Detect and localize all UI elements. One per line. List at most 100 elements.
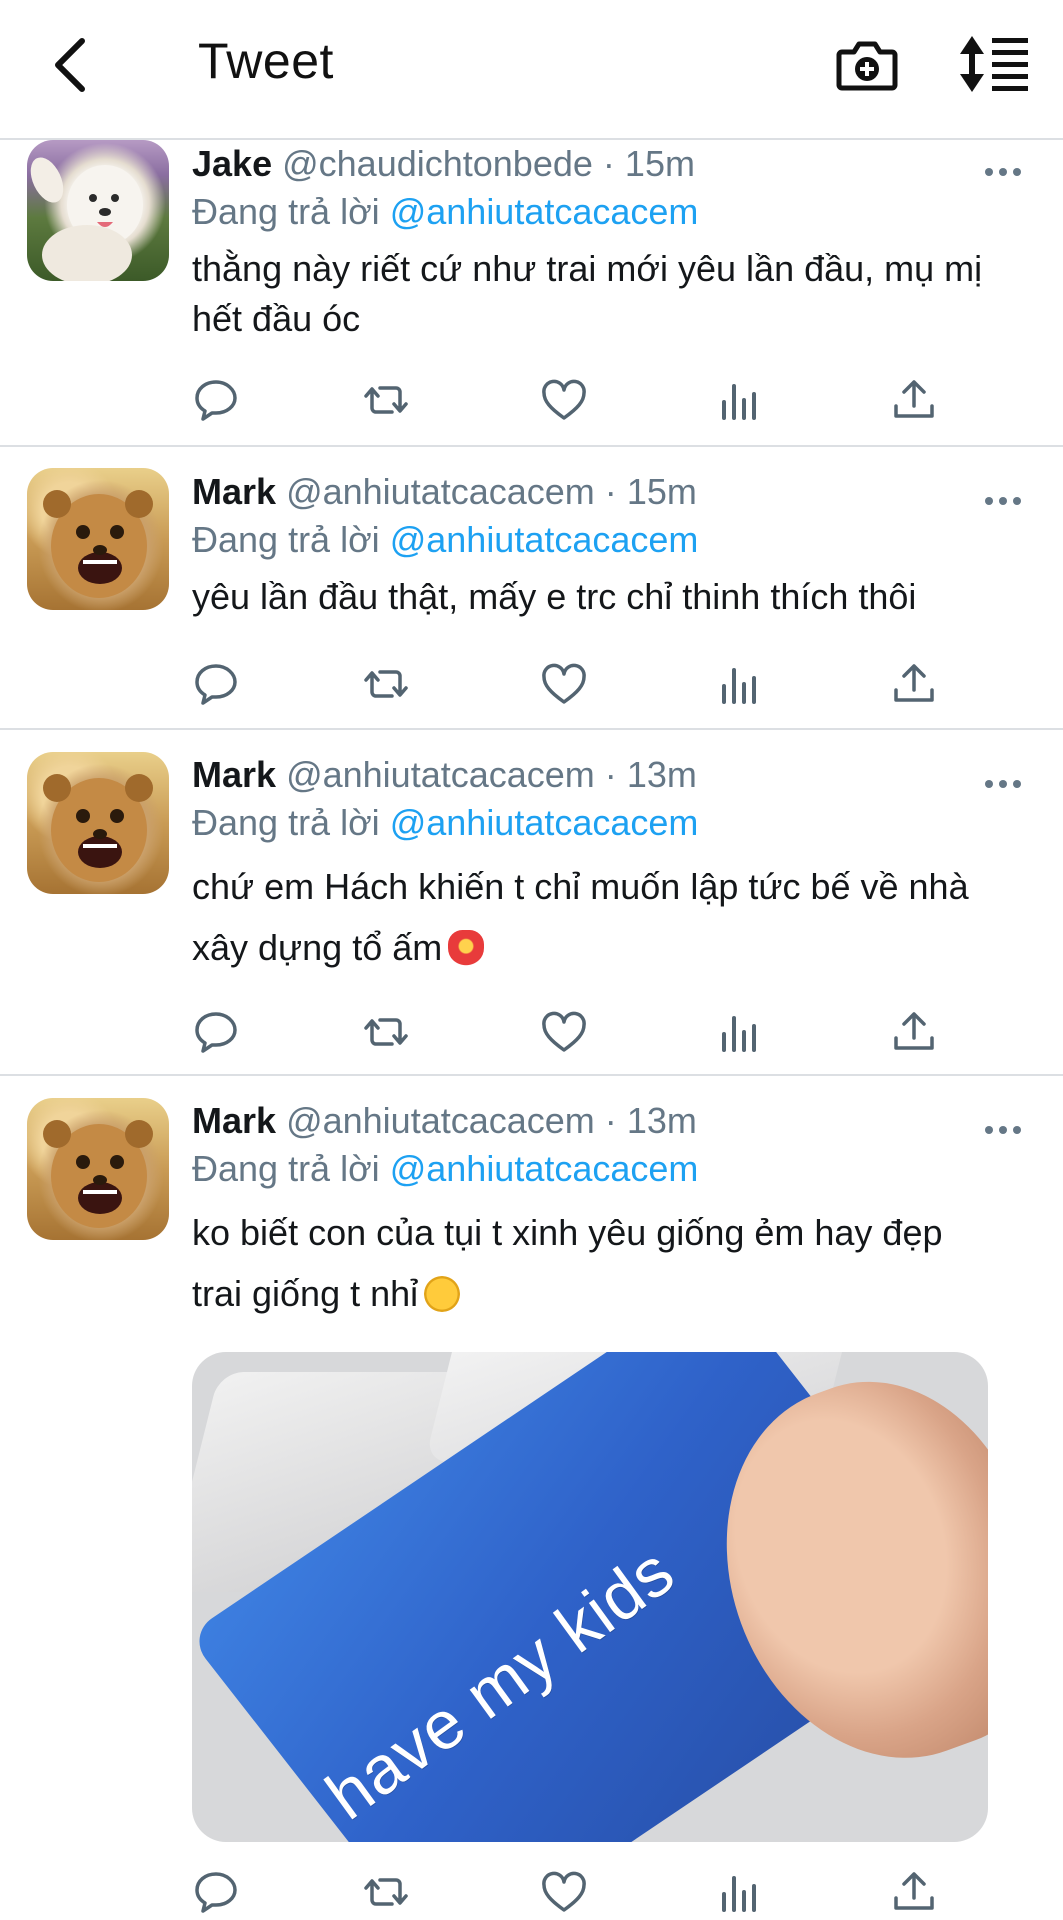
mention-link[interactable]: @anhiutatcacacem bbox=[390, 519, 699, 560]
back-button[interactable] bbox=[40, 30, 100, 100]
author-handle[interactable]: @chaudichtonbede bbox=[282, 143, 593, 184]
like-button[interactable] bbox=[540, 660, 590, 710]
retweet-icon bbox=[364, 1018, 408, 1046]
mention-link[interactable]: @anhiutatcacacem bbox=[390, 802, 699, 843]
dog-avatar-art bbox=[30, 157, 143, 281]
timestamp: 15m bbox=[626, 471, 697, 512]
analytics-button[interactable] bbox=[716, 1868, 766, 1918]
more-options-icon[interactable] bbox=[983, 491, 1023, 511]
camera-plus-icon bbox=[836, 41, 898, 91]
mention-link[interactable]: @anhiutatcacacem bbox=[390, 191, 699, 232]
replying-to: Đang trả lời @anhiutatcacacem bbox=[192, 802, 698, 844]
reply-button[interactable] bbox=[192, 376, 242, 426]
like-icon bbox=[542, 1011, 586, 1052]
separator-dot: · bbox=[604, 471, 617, 512]
tweet-text: chứ em Hách khiến t chỉ muốn lập tức bế … bbox=[192, 856, 992, 978]
analytics-icon bbox=[722, 1876, 756, 1912]
page-title: Tweet bbox=[198, 33, 334, 89]
retweet-icon bbox=[364, 670, 408, 698]
like-button[interactable] bbox=[540, 1868, 590, 1918]
tweet-media-image[interactable]: have my kids bbox=[192, 1352, 988, 1842]
retweet-button[interactable] bbox=[362, 1008, 412, 1058]
author-name[interactable]: Jake bbox=[192, 143, 272, 184]
author-name[interactable]: Mark bbox=[192, 754, 276, 795]
share-button[interactable] bbox=[890, 1868, 940, 1918]
replying-to: Đang trả lời @anhiutatcacacem bbox=[192, 519, 698, 561]
tweet-meta: Mark @anhiutatcacacem · 13m bbox=[192, 1100, 697, 1142]
separator-dot: · bbox=[602, 143, 615, 184]
like-icon bbox=[542, 1871, 586, 1912]
cheetah-avatar-art bbox=[43, 774, 153, 882]
timestamp: 13m bbox=[626, 1100, 697, 1141]
analytics-button[interactable] bbox=[716, 660, 766, 710]
reply-icon bbox=[195, 1872, 237, 1913]
author-handle[interactable]: @anhiutatcacacem bbox=[286, 754, 595, 795]
replying-to: Đang trả lời @anhiutatcacacem bbox=[192, 1148, 698, 1190]
share-button[interactable] bbox=[890, 660, 940, 710]
reply-button[interactable] bbox=[192, 660, 242, 710]
author-name[interactable]: Mark bbox=[192, 1100, 276, 1141]
share-icon bbox=[894, 1872, 934, 1910]
tweet[interactable]: Mark @anhiutatcacacem · 15m Đang trả lời… bbox=[0, 447, 1063, 730]
tweet[interactable]: Mark @anhiutatcacacem · 13m Đang trả lời… bbox=[0, 730, 1063, 1076]
replying-to: Đang trả lời @anhiutatcacacem bbox=[192, 191, 698, 233]
tweet-text: ko biết con của tụi t xinh yêu giống ẻm … bbox=[192, 1202, 992, 1324]
reply-button[interactable] bbox=[192, 1868, 242, 1918]
reply-icon bbox=[195, 664, 237, 705]
more-options-icon[interactable] bbox=[983, 774, 1023, 794]
tweet[interactable]: Mark @anhiutatcacacem · 13m Đang trả lời… bbox=[0, 1076, 1063, 1920]
share-button[interactable] bbox=[890, 376, 940, 426]
cheetah-avatar-art bbox=[43, 490, 153, 598]
reply-button[interactable] bbox=[192, 1008, 242, 1058]
replying-label: Đang trả lời bbox=[192, 191, 380, 232]
analytics-button[interactable] bbox=[716, 1008, 766, 1058]
action-bar bbox=[192, 376, 952, 426]
timestamp: 15m bbox=[624, 143, 695, 184]
sort-button[interactable] bbox=[960, 32, 1030, 96]
camera-button[interactable] bbox=[836, 34, 898, 94]
retweet-button[interactable] bbox=[362, 1868, 412, 1918]
tweet-text-content: thằng này riết cứ như trai mới yêu lần đ… bbox=[192, 248, 983, 339]
like-button[interactable] bbox=[540, 376, 590, 426]
retweet-button[interactable] bbox=[362, 376, 412, 426]
tweet-meta: Jake @chaudichtonbede · 15m bbox=[192, 143, 695, 185]
avatar[interactable] bbox=[27, 752, 169, 894]
more-options-icon[interactable] bbox=[983, 162, 1023, 182]
tweet-text-content: ko biết con của tụi t xinh yêu giống ẻm … bbox=[192, 1212, 943, 1314]
share-button[interactable] bbox=[890, 1008, 940, 1058]
sort-list-icon bbox=[960, 36, 1028, 92]
tweet-meta: Mark @anhiutatcacacem · 15m bbox=[192, 471, 697, 513]
reply-icon bbox=[195, 1012, 237, 1053]
action-bar bbox=[192, 1008, 952, 1058]
separator-dot: · bbox=[604, 1100, 617, 1141]
analytics-icon bbox=[722, 668, 756, 704]
replying-label: Đang trả lời bbox=[192, 802, 380, 843]
action-bar bbox=[192, 1868, 952, 1918]
mention-link[interactable]: @anhiutatcacacem bbox=[390, 1148, 699, 1189]
tweet-meta: Mark @anhiutatcacacem · 13m bbox=[192, 754, 697, 796]
like-button[interactable] bbox=[540, 1008, 590, 1058]
author-name[interactable]: Mark bbox=[192, 471, 276, 512]
more-options-icon[interactable] bbox=[983, 1120, 1023, 1140]
tweet-text-content: yêu lần đầu thật, mấy e trc chỉ thinh th… bbox=[192, 576, 917, 617]
share-icon bbox=[894, 664, 934, 702]
tweet-text: thằng này riết cứ như trai mới yêu lần đ… bbox=[192, 244, 1022, 344]
replying-label: Đang trả lời bbox=[192, 519, 380, 560]
author-handle[interactable]: @anhiutatcacacem bbox=[286, 1100, 595, 1141]
cheetah-avatar-art bbox=[43, 1120, 153, 1228]
chevron-left-icon bbox=[55, 38, 85, 92]
avatar[interactable] bbox=[27, 140, 169, 281]
author-handle[interactable]: @anhiutatcacacem bbox=[286, 471, 595, 512]
tweet-text: yêu lần đầu thật, mấy e trc chỉ thinh th… bbox=[192, 572, 1022, 622]
avatar[interactable] bbox=[27, 1098, 169, 1240]
replying-label: Đang trả lời bbox=[192, 1148, 380, 1189]
separator-dot: · bbox=[604, 754, 617, 795]
tweet[interactable]: Jake @chaudichtonbede · 15m Đang trả lời… bbox=[0, 140, 1063, 447]
analytics-button[interactable] bbox=[716, 376, 766, 426]
analytics-icon bbox=[722, 1016, 756, 1052]
retweet-icon bbox=[364, 1878, 408, 1906]
heart-on-fire-emoji bbox=[448, 930, 485, 966]
avatar[interactable] bbox=[27, 468, 169, 610]
action-bar bbox=[192, 660, 952, 710]
retweet-button[interactable] bbox=[362, 660, 412, 710]
